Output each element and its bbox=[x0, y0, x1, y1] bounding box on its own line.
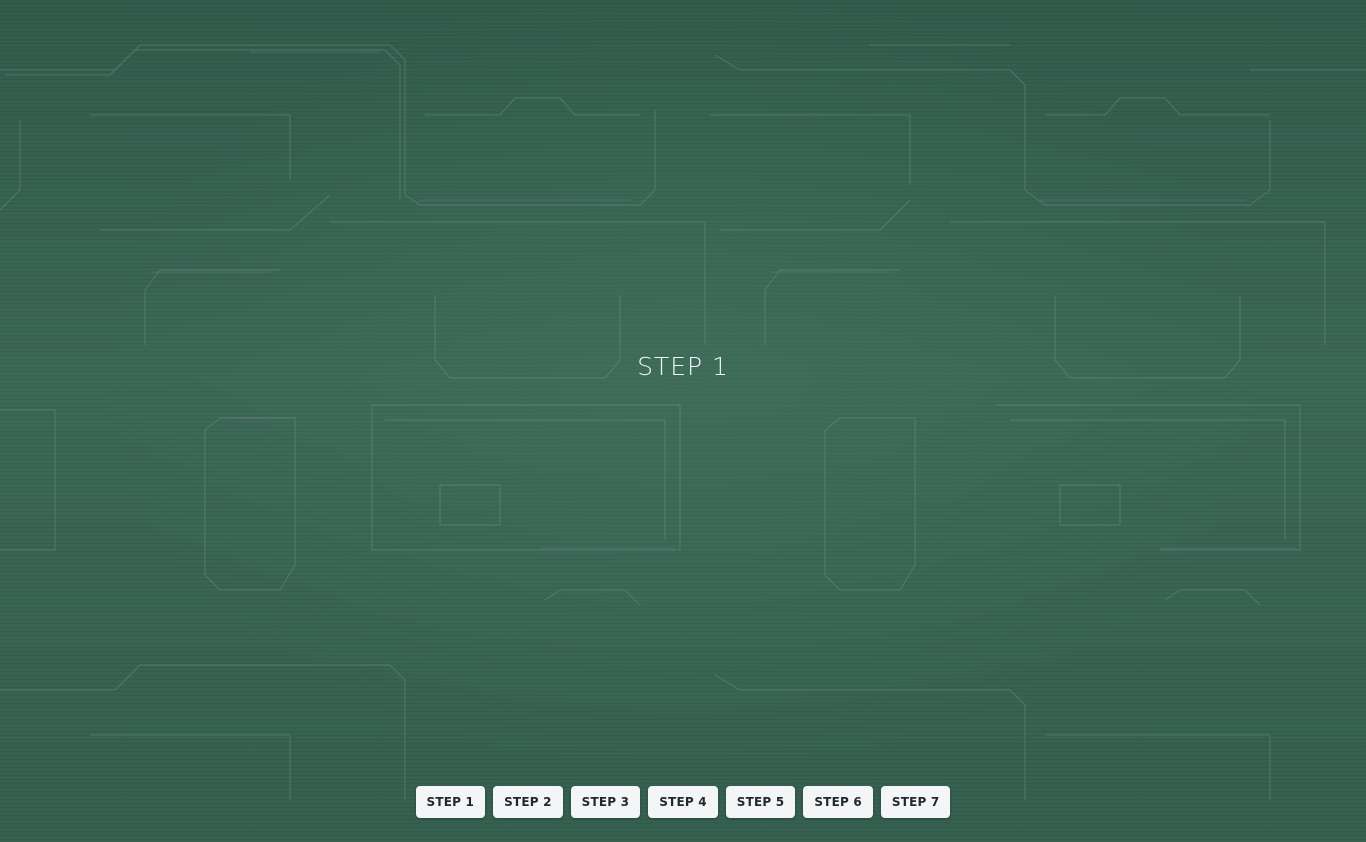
step-5-button[interactable]: STEP 5 bbox=[725, 786, 796, 818]
step-2-button[interactable]: STEP 2 bbox=[493, 786, 563, 818]
step-4-button[interactable]: STEP 4 bbox=[648, 786, 718, 818]
step-7-button[interactable]: STEP 7 bbox=[880, 786, 951, 818]
circuit-traces bbox=[0, 44, 1366, 800]
step-3-button[interactable]: STEP 3 bbox=[570, 786, 641, 818]
circuit-background bbox=[0, 0, 1366, 842]
slide-title: STEP 1 bbox=[637, 352, 729, 381]
step-1-button[interactable]: STEP 1 bbox=[415, 786, 486, 818]
step-navigation: STEP 1 STEP 2 STEP 3 STEP 4 STEP 5 STEP … bbox=[0, 786, 1366, 818]
step-6-button[interactable]: STEP 6 bbox=[803, 786, 873, 818]
